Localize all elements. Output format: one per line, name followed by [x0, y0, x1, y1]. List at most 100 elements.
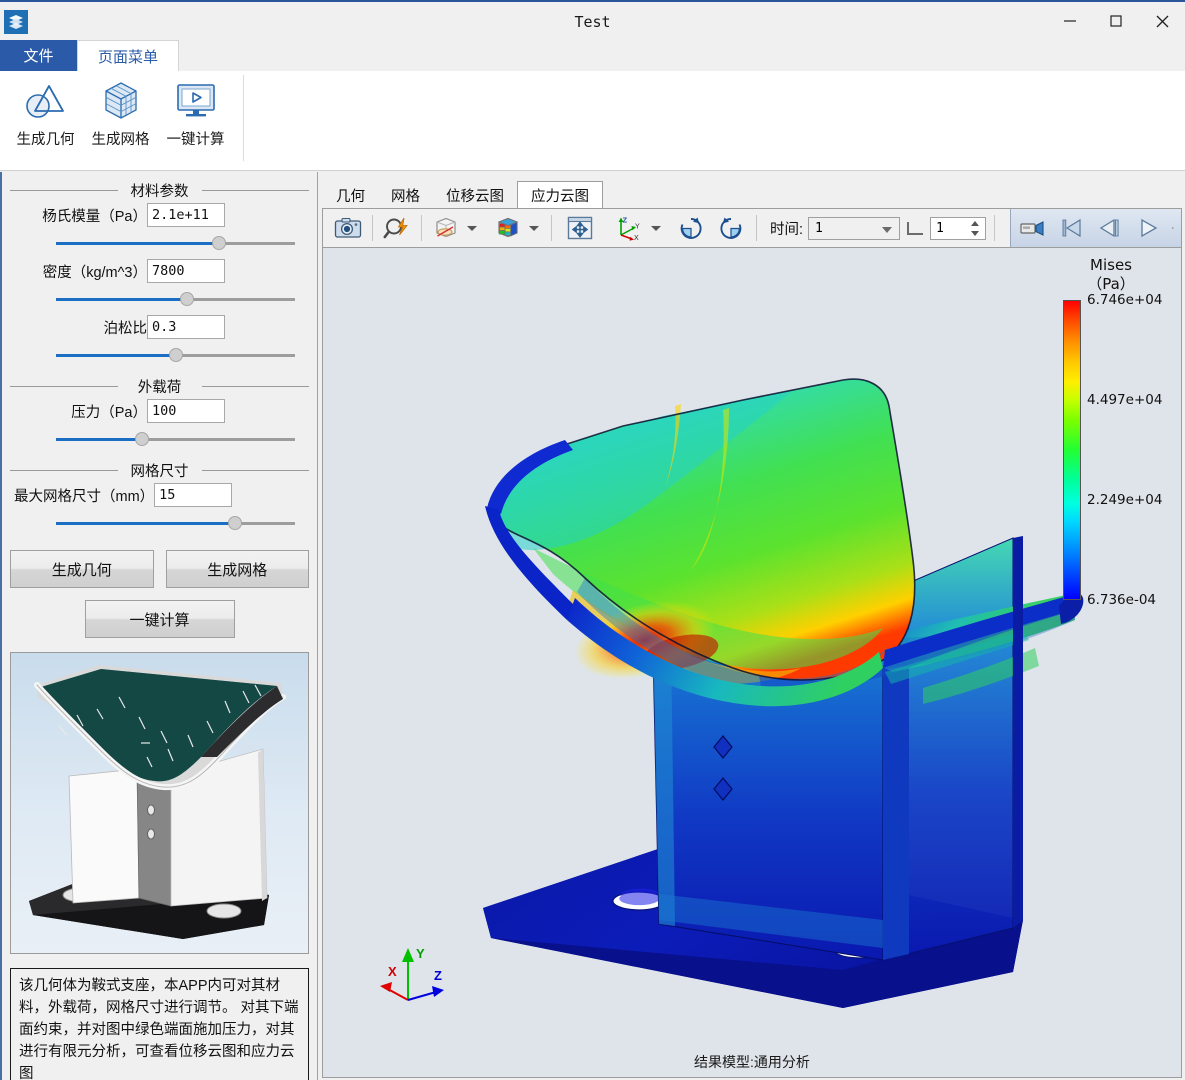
toolbar-separator — [994, 215, 996, 241]
legend-tick-mid-low: 2.249e+04 — [1087, 491, 1163, 508]
zoom-button[interactable] — [378, 211, 416, 245]
slider-poisson-ratio[interactable] — [56, 348, 295, 362]
minimize-button[interactable] — [1047, 2, 1093, 40]
contour-style-button[interactable] — [489, 211, 527, 245]
magnifier-lightning-icon — [383, 217, 408, 239]
view-tab-mesh[interactable]: 网格 — [378, 182, 433, 208]
axes-orientation-button[interactable]: Z Y X — [607, 211, 649, 245]
svg-text:Z: Z — [623, 216, 628, 225]
field-row-density: 密度（kg/m^3） — [10, 256, 309, 286]
viewport-axis-triad: Y X Z — [378, 940, 458, 1017]
slider-knob[interactable] — [211, 236, 226, 250]
ribbon-button-generate-geometry[interactable]: 生成几何 — [8, 71, 83, 163]
rotate-counterclockwise-button[interactable] — [711, 211, 751, 245]
rotate-clockwise-icon — [680, 217, 702, 239]
group-title-mesh-size: 网格尺寸 — [10, 460, 309, 480]
clip-plane-button[interactable] — [427, 211, 465, 245]
input-max-mesh-size[interactable] — [154, 483, 233, 507]
skip-to-end-button[interactable] — [1167, 211, 1179, 245]
group-material-parameters: 材料参数 杨氏模量（Pa） 密度（kg/m^3） — [10, 180, 309, 368]
slider-knob[interactable] — [180, 292, 195, 306]
slider-fill — [56, 298, 188, 301]
slider-row-pressure — [10, 426, 309, 452]
group-external-load: 外载荷 压力（Pa） — [10, 376, 309, 452]
input-pressure[interactable] — [147, 399, 225, 423]
toolbar-separator — [372, 215, 373, 241]
field-label-density: 密度（kg/m^3） — [42, 264, 147, 281]
rotate-counterclockwise-icon — [720, 217, 742, 239]
legend-tick-max: 6.746e+04 — [1087, 291, 1163, 308]
play-icon — [1141, 218, 1158, 238]
field-label-max-mesh-size: 最大网格尺寸（mm） — [14, 488, 155, 505]
field-row-pressure: 压力（Pa） — [10, 396, 309, 426]
time-select-value: 1 — [815, 220, 823, 236]
view-tab-displacement-contour[interactable]: 位移云图 — [433, 182, 517, 208]
input-youngs-modulus[interactable] — [147, 203, 225, 227]
maximize-button[interactable] — [1093, 2, 1139, 40]
generate-mesh-button[interactable]: 生成网格 — [165, 550, 309, 588]
step-spinner-value: 1 — [936, 220, 944, 236]
ribbon-button-label: 生成几何 — [16, 132, 75, 148]
time-select[interactable]: 1 — [808, 216, 901, 240]
camera-icon — [334, 217, 362, 238]
slider-knob[interactable] — [135, 432, 150, 446]
screenshot-button[interactable] — [329, 211, 367, 245]
step-spinner[interactable]: 1 — [930, 216, 987, 240]
geometry-icon — [23, 77, 69, 123]
ribbon-button-one-click-compute[interactable]: 一键计算 — [158, 71, 233, 163]
contour-style-dropdown-caret[interactable] — [529, 225, 539, 231]
slider-density[interactable] — [56, 292, 295, 306]
slider-pressure[interactable] — [56, 432, 295, 446]
clip-plane-dropdown-caret[interactable] — [467, 225, 477, 231]
slider-row-youngs-modulus — [10, 230, 309, 256]
color-cube-icon — [497, 217, 519, 238]
generate-geometry-button[interactable]: 生成几何 — [10, 550, 154, 588]
view-tab-stress-contour[interactable]: 应力云图 — [517, 181, 603, 208]
stress-legend: Mises （Pa） 6.746e+04 4.497e+04 2.249e+04… — [1059, 256, 1163, 608]
ribbon-button-generate-mesh[interactable]: 生成网格 — [83, 71, 158, 163]
app-logo-icon — [4, 10, 28, 34]
toolbar-separator — [551, 215, 552, 241]
svg-text:X: X — [634, 235, 639, 241]
close-button[interactable] — [1139, 2, 1185, 40]
slider-row-density — [10, 286, 309, 312]
axes-dropdown-caret[interactable] — [651, 225, 661, 231]
play-button[interactable] — [1129, 211, 1167, 245]
cut-plane-icon — [436, 217, 456, 238]
view-tab-geometry[interactable]: 几何 — [323, 182, 378, 208]
record-animation-button[interactable] — [1013, 211, 1053, 245]
ribbon-button-label: 一键计算 — [166, 132, 225, 148]
slider-fill — [56, 522, 236, 525]
fit-to-window-button[interactable] — [561, 211, 599, 245]
viewport-toolbar: Z Y X 时间: 1 1 — [322, 208, 1182, 248]
viewport-status-text: 结果模型:通用分析 — [694, 1054, 810, 1070]
ribbon-separator — [243, 75, 244, 161]
stress-contour-viewport[interactable]: Y X Z Mises （Pa） 6.746e+04 4.497e+04 2.2… — [322, 248, 1182, 1078]
toolbar-separator — [421, 215, 422, 241]
slider-youngs-modulus[interactable] — [56, 236, 295, 250]
slider-max-mesh-size[interactable] — [56, 516, 295, 530]
legend-tick-min: 6.736e-04 — [1087, 591, 1157, 608]
field-row-max-mesh-size: 最大网格尺寸（mm） — [10, 480, 309, 510]
spinner-up-icon[interactable] — [971, 220, 980, 226]
slider-fill — [56, 438, 143, 441]
slider-knob[interactable] — [168, 348, 183, 362]
first-frame-button[interactable] — [1053, 211, 1091, 245]
field-label-youngs-modulus: 杨氏模量（Pa） — [42, 208, 147, 225]
spinner-down-icon[interactable] — [971, 230, 980, 236]
rotate-clockwise-button[interactable] — [671, 211, 711, 245]
view-tab-bar: 几何 网格 位移云图 应力云图 — [323, 181, 603, 208]
input-poisson-ratio[interactable] — [147, 315, 225, 339]
input-density[interactable] — [147, 259, 225, 283]
one-click-compute-button[interactable]: 一键计算 — [84, 600, 235, 638]
title-bar: Test — [0, 0, 1185, 40]
group-mesh-size: 网格尺寸 最大网格尺寸（mm） — [10, 460, 309, 536]
step-backward-button[interactable] — [1091, 211, 1129, 245]
step-backward-icon — [1099, 218, 1119, 238]
slider-knob[interactable] — [228, 516, 243, 530]
axis-triad-icon: Z Y X — [618, 216, 640, 241]
time-bracket-icon — [907, 221, 924, 235]
ribbon-tab-file[interactable]: 文件 — [0, 40, 77, 71]
cad-model-preview[interactable] — [10, 652, 309, 954]
ribbon-tab-page-menu[interactable]: 页面菜单 — [77, 40, 180, 71]
